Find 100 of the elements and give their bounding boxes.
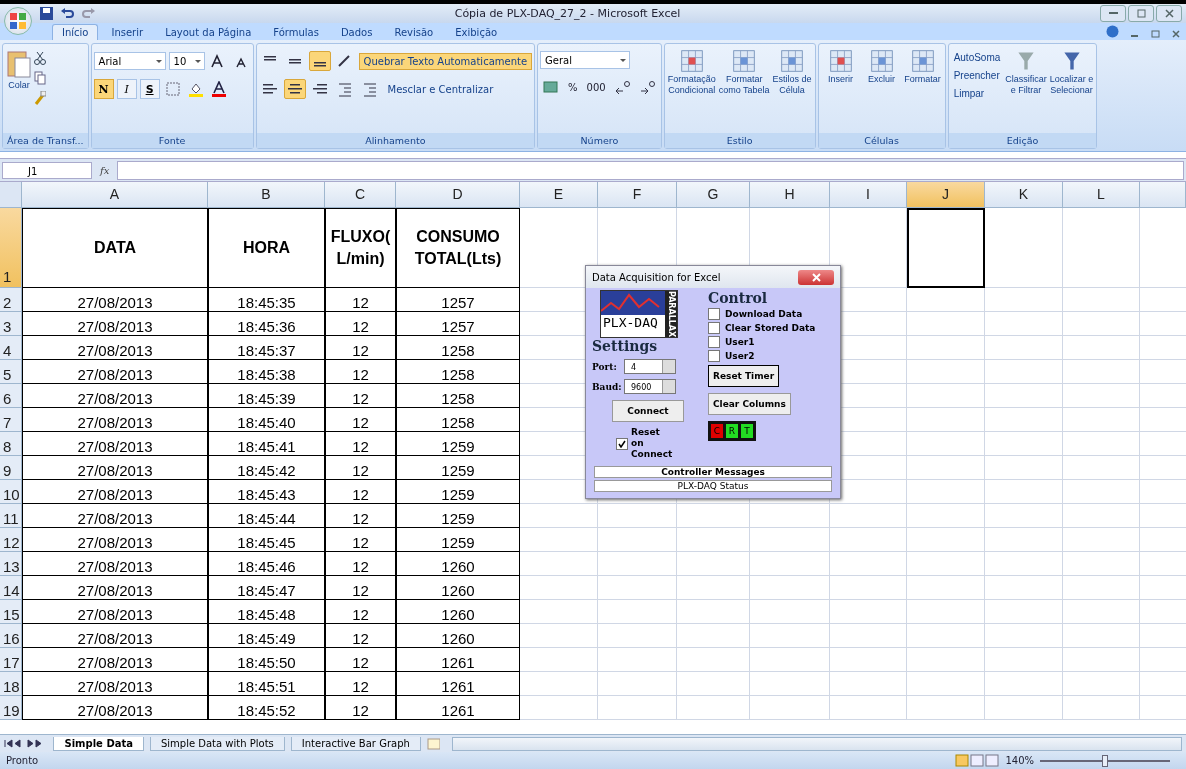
- checkbox[interactable]: [708, 336, 720, 348]
- row-header[interactable]: 19: [0, 696, 22, 720]
- ribbon-button[interactable]: Formatar: [902, 47, 943, 86]
- ribbon-tab[interactable]: Dados: [331, 25, 382, 40]
- editing-button[interactable]: Limpar: [950, 87, 1004, 100]
- horizontal-scrollbar[interactable]: [452, 736, 1182, 751]
- row-header[interactable]: 2: [0, 288, 22, 312]
- ribbon-button[interactable]: Localizar e Selecionar: [1048, 47, 1095, 97]
- table-cell: 18:45:36: [208, 312, 325, 336]
- font-name-field[interactable]: Arial: [93, 52, 166, 70]
- table-cell: 27/08/2013: [22, 576, 208, 600]
- help-icon[interactable]: [1106, 25, 1119, 38]
- restore-icon[interactable]: [1151, 30, 1160, 38]
- row-header[interactable]: 7: [0, 408, 22, 432]
- font-size-field[interactable]: 10: [168, 52, 205, 70]
- number-format-field[interactable]: Geral: [540, 51, 631, 69]
- row-header[interactable]: 18: [0, 672, 22, 696]
- ribbon-tab[interactable]: Revisão: [385, 25, 443, 40]
- zoom-slider-thumb[interactable]: [1102, 754, 1108, 767]
- undo-icon[interactable]: [61, 7, 74, 20]
- close-button[interactable]: [1156, 5, 1182, 22]
- align-icon[interactable]: [308, 51, 331, 71]
- close-button[interactable]: [798, 269, 834, 285]
- row-header[interactable]: 11: [0, 504, 22, 528]
- row-header[interactable]: 4: [0, 336, 22, 360]
- name-box[interactable]: J1: [2, 161, 92, 179]
- ribbon-button[interactable]: Inserir: [820, 47, 861, 86]
- row-header[interactable]: 12: [0, 528, 22, 552]
- checkbox[interactable]: [708, 308, 720, 320]
- sheet-tab[interactable]: Simple Data: [53, 736, 144, 751]
- checkbox[interactable]: [616, 437, 628, 450]
- sheet-tab[interactable]: Interactive Bar Graph: [290, 736, 421, 751]
- baud-label: Baud:: [592, 381, 620, 392]
- selected-cell[interactable]: [907, 208, 985, 288]
- scissors-icon[interactable]: [34, 51, 46, 65]
- column-header[interactable]: B: [208, 182, 325, 208]
- row-header[interactable]: 8: [0, 432, 22, 456]
- column-header[interactable]: C: [325, 182, 396, 208]
- editing-button[interactable]: AutoSoma: [950, 51, 1004, 64]
- table-cell: 27/08/2013: [22, 408, 208, 432]
- ribbon-button[interactable]: Formatar como Tabela: [717, 47, 771, 97]
- row-header[interactable]: 14: [0, 576, 22, 600]
- column-header[interactable]: H: [750, 182, 830, 208]
- close-icon: [1164, 9, 1174, 18]
- row-header[interactable]: 17: [0, 648, 22, 672]
- wrap-text-button[interactable]: Quebrar Texto Automaticamente: [358, 52, 533, 70]
- reset-timer-button[interactable]: Reset Timer: [708, 365, 780, 387]
- merge-center-button[interactable]: Mesclar e Centralizar: [383, 81, 498, 97]
- ribbon-tab[interactable]: Layout da Página: [156, 25, 261, 40]
- column-header[interactable]: J: [907, 182, 985, 208]
- copy-icon[interactable]: [34, 71, 46, 85]
- row-header[interactable]: 3: [0, 312, 22, 336]
- ribbon-button[interactable]: Formatação Condicional: [666, 47, 717, 97]
- ribbon-tab[interactable]: Fórmulas: [264, 25, 328, 40]
- column-header[interactable]: L: [1063, 182, 1140, 208]
- editing-button[interactable]: Preencher: [950, 69, 1004, 82]
- ribbon-button[interactable]: Excluir: [861, 47, 902, 86]
- row-header[interactable]: 10: [0, 480, 22, 504]
- checkbox[interactable]: [708, 350, 720, 362]
- office-button[interactable]: [4, 6, 32, 35]
- table-cell: 27/08/2013: [22, 696, 208, 720]
- row-header[interactable]: 5: [0, 360, 22, 384]
- row-header[interactable]: 15: [0, 600, 22, 624]
- connect-button[interactable]: Connect: [612, 400, 684, 423]
- function-button[interactable]: fx: [96, 164, 114, 176]
- column-header[interactable]: K: [985, 182, 1063, 208]
- sheet-tab[interactable]: Simple Data with Plots: [149, 736, 285, 751]
- column-header[interactable]: F: [598, 182, 677, 208]
- column-header[interactable]: G: [677, 182, 750, 208]
- ribbon-button[interactable]: Estilos de Célula: [771, 47, 813, 97]
- align-icon[interactable]: [283, 79, 306, 99]
- ribbon-tab[interactable]: Inserir: [102, 25, 153, 40]
- ribbon-tab[interactable]: Início: [52, 24, 99, 40]
- paste-button[interactable]: Colar: [5, 47, 33, 92]
- number-format-button[interactable]: 000: [583, 79, 609, 95]
- row-header[interactable]: 9: [0, 456, 22, 480]
- row-header[interactable]: 13: [0, 552, 22, 576]
- column-header[interactable]: I: [830, 182, 907, 208]
- save-icon[interactable]: [40, 7, 53, 20]
- close-icon[interactable]: [1172, 30, 1180, 38]
- row-header[interactable]: 1: [0, 208, 22, 288]
- table-header-cell: DATA: [22, 208, 208, 288]
- ribbon-tab[interactable]: Exibição: [446, 25, 507, 40]
- port-select[interactable]: 4: [624, 359, 676, 375]
- grid-icon: [780, 49, 805, 73]
- formula-input[interactable]: [117, 160, 1184, 180]
- baud-select[interactable]: 9600: [624, 379, 676, 395]
- number-format-button[interactable]: %: [565, 79, 581, 95]
- font-style-button[interactable]: S: [139, 79, 160, 99]
- ribbon-button[interactable]: Classificar e Filtrar: [1004, 47, 1048, 97]
- column-header[interactable]: E: [520, 182, 598, 208]
- font-style-button[interactable]: I: [116, 79, 137, 99]
- row-header[interactable]: 16: [0, 624, 22, 648]
- font-style-button[interactable]: N: [93, 79, 114, 99]
- clear-columns-button[interactable]: Clear Columns: [708, 393, 791, 415]
- column-header[interactable]: A: [22, 182, 208, 208]
- checkbox[interactable]: [708, 322, 720, 334]
- minimize-button[interactable]: [1100, 5, 1126, 22]
- row-header[interactable]: 6: [0, 384, 22, 408]
- column-header[interactable]: D: [396, 182, 520, 208]
